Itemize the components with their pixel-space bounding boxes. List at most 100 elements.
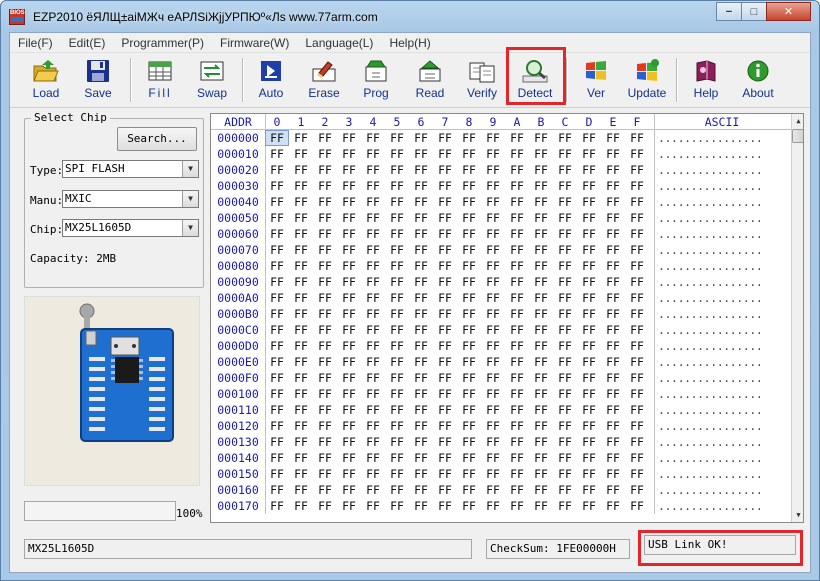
hex-byte[interactable]: FF [313, 450, 337, 466]
hex-byte[interactable]: FF [433, 210, 457, 226]
hex-byte[interactable]: FF [601, 290, 625, 306]
hex-byte[interactable]: FF [601, 178, 625, 194]
hex-byte[interactable]: FF [361, 274, 385, 290]
hex-byte[interactable]: FF [625, 498, 649, 514]
hex-byte[interactable]: FF [289, 146, 313, 162]
hex-byte[interactable]: FF [289, 402, 313, 418]
hex-byte[interactable]: FF [601, 210, 625, 226]
hex-byte[interactable]: FF [457, 450, 481, 466]
hex-byte[interactable]: FF [601, 242, 625, 258]
hex-byte[interactable]: FF [529, 466, 553, 482]
hex-byte[interactable]: FF [361, 226, 385, 242]
hex-byte[interactable]: FF [457, 322, 481, 338]
hex-byte[interactable]: FF [313, 130, 337, 146]
hex-byte[interactable]: FF [433, 498, 457, 514]
hex-byte[interactable]: FF [553, 322, 577, 338]
hex-byte[interactable]: FF [601, 498, 625, 514]
hex-byte[interactable]: FF [625, 210, 649, 226]
chevron-down-icon[interactable]: ▼ [182, 220, 198, 236]
swap-button[interactable]: Swap [186, 56, 238, 104]
hex-byte[interactable]: FF [457, 146, 481, 162]
erase-button[interactable]: Erase [298, 56, 350, 104]
hex-byte[interactable]: FF [505, 450, 529, 466]
hex-byte[interactable]: FF [553, 146, 577, 162]
hex-byte[interactable]: FF [577, 434, 601, 450]
hex-byte[interactable]: FF [433, 162, 457, 178]
hex-byte[interactable]: FF [361, 466, 385, 482]
hex-byte[interactable]: FF [481, 498, 505, 514]
hex-byte[interactable]: FF [313, 386, 337, 402]
hex-byte[interactable]: FF [289, 274, 313, 290]
scroll-up-icon[interactable]: ▲ [792, 114, 803, 128]
hex-byte[interactable]: FF [553, 418, 577, 434]
hex-byte[interactable]: FF [553, 498, 577, 514]
hex-byte[interactable]: FF [361, 450, 385, 466]
hex-byte[interactable]: FF [457, 306, 481, 322]
hex-byte[interactable]: FF [457, 498, 481, 514]
hex-byte[interactable]: FF [337, 274, 361, 290]
hex-byte[interactable]: FF [577, 322, 601, 338]
hex-byte[interactable]: FF [289, 258, 313, 274]
hex-byte[interactable]: FF [577, 418, 601, 434]
hex-byte[interactable]: FF [265, 258, 289, 274]
hex-byte[interactable]: FF [481, 290, 505, 306]
hex-byte[interactable]: FF [409, 290, 433, 306]
hex-byte[interactable]: FF [505, 466, 529, 482]
verify-button[interactable]: Verify [456, 56, 508, 104]
hex-byte[interactable]: FF [361, 162, 385, 178]
hex-byte[interactable]: FF [577, 450, 601, 466]
hex-byte[interactable]: FF [481, 274, 505, 290]
hex-byte[interactable]: FF [481, 306, 505, 322]
hex-byte[interactable]: FF [313, 322, 337, 338]
hex-byte[interactable]: FF [457, 274, 481, 290]
hex-byte[interactable]: FF [577, 482, 601, 498]
hex-byte[interactable]: FF [505, 290, 529, 306]
hex-byte[interactable]: FF [313, 466, 337, 482]
hex-byte[interactable]: FF [313, 290, 337, 306]
hex-byte[interactable]: FF [265, 130, 289, 146]
hex-byte[interactable]: FF [265, 466, 289, 482]
hex-byte[interactable]: FF [601, 482, 625, 498]
hex-byte[interactable]: FF [577, 194, 601, 210]
hex-byte[interactable]: FF [577, 466, 601, 482]
hex-byte[interactable]: FF [457, 418, 481, 434]
hex-byte[interactable]: FF [313, 402, 337, 418]
hex-byte[interactable]: FF [505, 130, 529, 146]
hex-byte[interactable]: FF [625, 226, 649, 242]
hex-byte[interactable]: FF [481, 210, 505, 226]
hex-byte[interactable]: FF [529, 226, 553, 242]
menu-edit[interactable]: Edit(E) [61, 33, 114, 52]
hex-byte[interactable]: FF [313, 418, 337, 434]
hex-byte[interactable]: FF [361, 210, 385, 226]
hex-byte[interactable]: FF [433, 418, 457, 434]
menu-help[interactable]: Help(H) [381, 33, 438, 52]
hex-byte[interactable]: FF [481, 354, 505, 370]
hex-byte[interactable]: FF [601, 258, 625, 274]
hex-byte[interactable]: FF [601, 130, 625, 146]
hex-byte[interactable]: FF [505, 322, 529, 338]
hex-byte[interactable]: FF [505, 162, 529, 178]
hex-byte[interactable]: FF [409, 210, 433, 226]
hex-byte[interactable]: FF [337, 210, 361, 226]
hex-byte[interactable]: FF [265, 370, 289, 386]
hex-byte[interactable]: FF [289, 242, 313, 258]
hex-byte[interactable]: FF [601, 354, 625, 370]
hex-byte[interactable]: FF [529, 386, 553, 402]
hex-byte[interactable]: FF [313, 242, 337, 258]
hex-byte[interactable]: FF [361, 482, 385, 498]
hex-byte[interactable]: FF [337, 370, 361, 386]
auto-button[interactable]: Auto [246, 56, 296, 104]
hex-byte[interactable]: FF [409, 466, 433, 482]
hex-byte[interactable]: FF [601, 370, 625, 386]
hex-byte[interactable]: FF [481, 130, 505, 146]
hex-byte[interactable]: FF [505, 274, 529, 290]
hex-byte[interactable]: FF [265, 482, 289, 498]
hex-byte[interactable]: FF [265, 226, 289, 242]
hex-byte[interactable]: FF [337, 418, 361, 434]
hex-byte[interactable]: FF [577, 146, 601, 162]
hex-byte[interactable]: FF [601, 306, 625, 322]
hex-byte[interactable]: FF [529, 498, 553, 514]
hex-byte[interactable]: FF [409, 354, 433, 370]
hex-byte[interactable]: FF [553, 258, 577, 274]
hex-byte[interactable]: FF [433, 146, 457, 162]
